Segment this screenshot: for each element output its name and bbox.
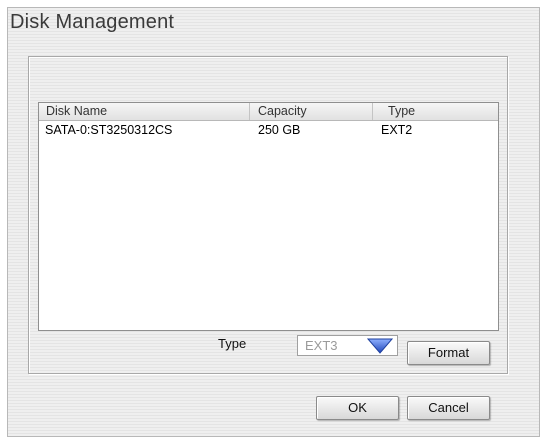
column-header-type[interactable]: Type bbox=[373, 103, 499, 120]
capacity-cell: 250 GB bbox=[258, 123, 301, 137]
table-row[interactable]: SATA-0:ST3250312CS 250 GB EXT2 bbox=[39, 122, 498, 139]
format-type-select[interactable]: EXT3 bbox=[297, 335, 398, 356]
cancel-button[interactable]: Cancel bbox=[407, 396, 490, 420]
type-cell: EXT2 bbox=[381, 123, 413, 137]
ok-button[interactable]: OK bbox=[316, 396, 399, 420]
format-button[interactable]: Format bbox=[407, 341, 490, 365]
disk-list-header: Disk Name Capacity Type bbox=[39, 103, 498, 121]
column-header-capacity[interactable]: Capacity bbox=[250, 103, 373, 120]
triangle-down-icon[interactable] bbox=[367, 338, 393, 354]
column-header-disk-name[interactable]: Disk Name bbox=[39, 103, 250, 120]
format-type-value: EXT3 bbox=[305, 338, 338, 353]
disk-list[interactable]: Disk Name Capacity Type SATA-0:ST3250312… bbox=[38, 102, 499, 331]
format-type-label: Type bbox=[218, 336, 247, 351]
window-title: Disk Management bbox=[10, 11, 175, 33]
disk-name-cell: SATA-0:ST3250312CS bbox=[45, 123, 173, 137]
